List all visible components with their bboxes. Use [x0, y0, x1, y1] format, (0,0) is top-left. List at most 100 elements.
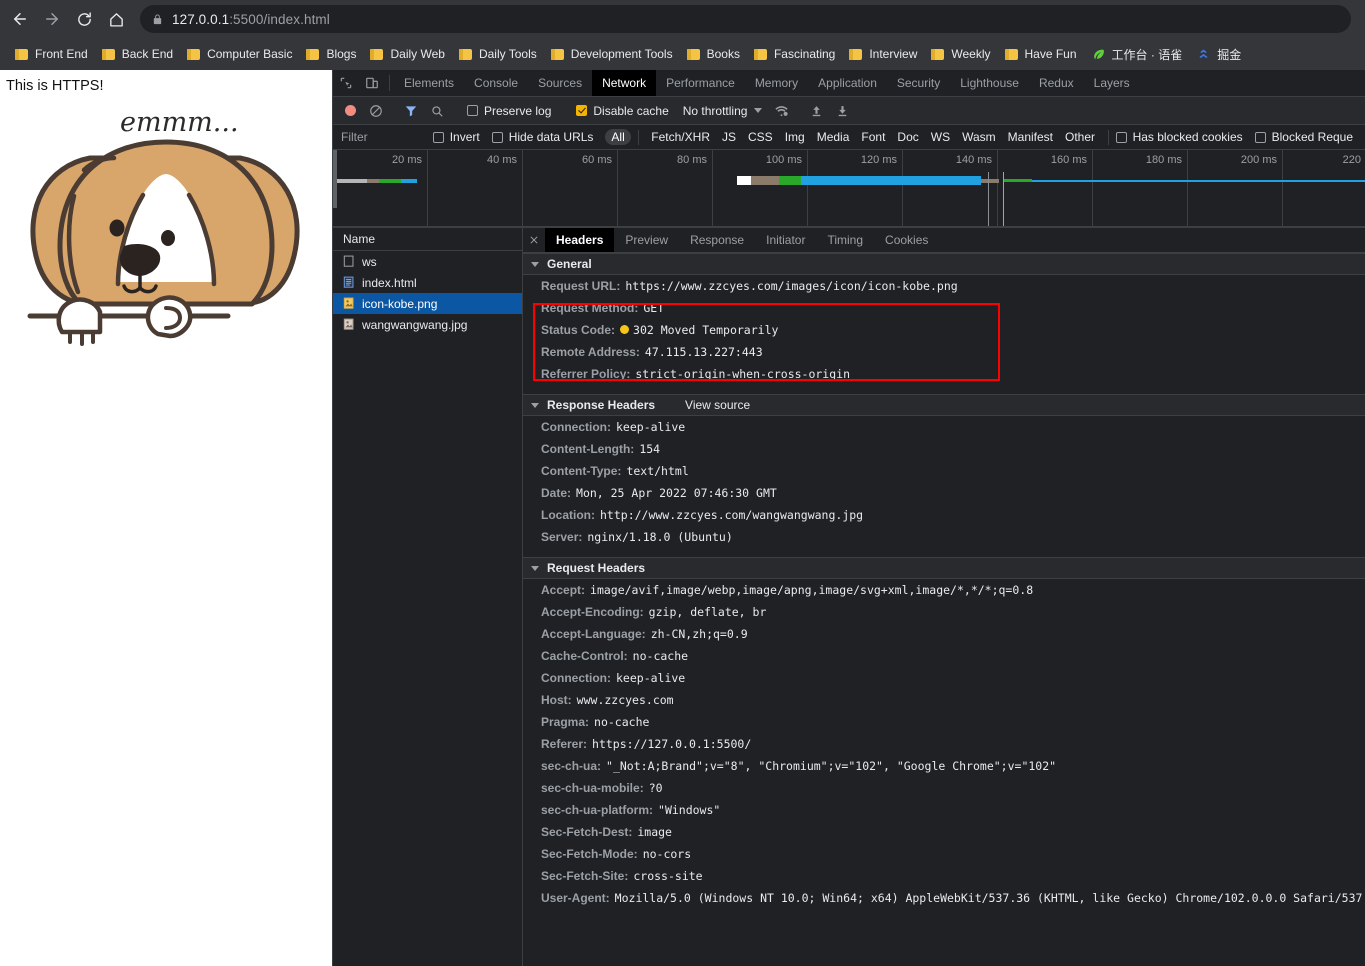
detail-tab-preview[interactable]: Preview — [614, 228, 679, 252]
view-source-link[interactable]: View source — [685, 398, 750, 412]
close-icon[interactable] — [523, 228, 545, 252]
header-key: Request URL: — [541, 279, 621, 293]
tab-performance[interactable]: Performance — [656, 70, 745, 96]
type-filter-other[interactable]: Other — [1059, 129, 1101, 145]
disable-cache-checkbox[interactable]: Disable cache — [568, 104, 676, 118]
dog-illustration-svg: emmm... — [0, 96, 332, 346]
bookmark-back-end[interactable]: Back End — [95, 42, 180, 66]
has-blocked-cookies-checkbox[interactable]: Has blocked cookies — [1115, 130, 1243, 144]
bookmark-blogs[interactable]: Blogs — [299, 42, 363, 66]
header-key: Sec-Fetch-Dest: — [541, 825, 633, 839]
header-key: Content-Length: — [541, 442, 635, 456]
bookmark-yuque[interactable]: 工作台 · 语雀 — [1084, 42, 1190, 66]
bookmark-weekly[interactable]: Weekly — [924, 42, 997, 66]
page-heading: This is HTTPS! — [6, 78, 104, 94]
type-filter-wasm[interactable]: Wasm — [956, 129, 1002, 145]
section-request-headers[interactable]: Request Headers — [523, 557, 1365, 579]
network-overview[interactable]: 20 ms 40 ms 60 ms 80 ms 100 ms 120 ms 14… — [333, 150, 1365, 228]
record-button[interactable] — [337, 98, 363, 124]
triangle-down-icon — [531, 261, 539, 267]
bookmark-interview[interactable]: Interview — [842, 42, 924, 66]
header-key: Accept-Language: — [541, 627, 646, 641]
request-row-icon-kobe-png[interactable]: icon-kobe.png — [333, 293, 522, 314]
type-filter-doc[interactable]: Doc — [891, 129, 924, 145]
tab-network[interactable]: Network — [592, 70, 657, 96]
blocked-requests-checkbox[interactable]: Blocked Reque — [1254, 130, 1353, 144]
tab-application[interactable]: Application — [808, 70, 887, 96]
lock-icon — [152, 13, 163, 26]
reload-button[interactable] — [70, 5, 98, 33]
bookmark-label: Computer Basic — [207, 47, 293, 61]
request-row-index-html[interactable]: index.html — [333, 272, 522, 293]
tab-console[interactable]: Console — [464, 70, 528, 96]
back-button[interactable] — [6, 5, 34, 33]
inspect-element-icon[interactable] — [333, 70, 359, 96]
dog-image: emmm... — [0, 96, 332, 346]
section-response-headers[interactable]: Response Headers View source — [523, 394, 1365, 416]
header-value: nginx/1.18.0 (Ubuntu) — [587, 530, 733, 544]
export-har-button[interactable] — [829, 98, 855, 124]
response-row-server: Server: nginx/1.18.0 (Ubuntu) — [523, 526, 1365, 548]
type-filter-fetch-xhr[interactable]: Fetch/XHR — [645, 129, 716, 145]
hide-data-urls-checkbox[interactable]: Hide data URLs — [491, 130, 593, 144]
detail-tab-response[interactable]: Response — [679, 228, 755, 252]
bookmark-development-tools[interactable]: Development Tools — [544, 42, 680, 66]
type-filter-manifest[interactable]: Manifest — [1002, 129, 1059, 145]
section-title: Response Headers — [547, 398, 656, 412]
type-filter-js[interactable]: JS — [716, 129, 742, 145]
type-filter-img[interactable]: Img — [779, 129, 811, 145]
type-filter-media[interactable]: Media — [811, 129, 856, 145]
preserve-log-label: Preserve log — [484, 103, 552, 118]
filter-input[interactable]: Filter — [341, 130, 433, 144]
invert-checkbox[interactable]: Invert — [432, 130, 480, 144]
detail-tab-headers[interactable]: Headers — [545, 228, 615, 252]
tab-layers[interactable]: Layers — [1084, 70, 1140, 96]
bookmark-front-end[interactable]: Front End — [8, 42, 95, 66]
throttling-select[interactable]: No throttling — [677, 104, 769, 118]
overview-bar-segment — [751, 176, 779, 185]
type-filter-all[interactable]: All — [605, 129, 631, 145]
forward-button[interactable] — [38, 5, 66, 33]
bookmark-label: Back End — [121, 47, 174, 61]
detail-tab-cookies[interactable]: Cookies — [874, 228, 939, 252]
bookmark-fascinating[interactable]: Fascinating — [747, 42, 842, 66]
response-row-location: Location: http://www.zzcyes.com/wangwang… — [523, 504, 1365, 526]
request-row-ws[interactable]: ws — [333, 251, 522, 272]
bookmark-computer-basic[interactable]: Computer Basic — [180, 42, 299, 66]
import-har-button[interactable] — [803, 98, 829, 124]
home-button[interactable] — [102, 5, 130, 33]
network-conditions-button[interactable] — [768, 98, 794, 124]
bookmark-books[interactable]: Books — [680, 42, 747, 66]
tab-sources[interactable]: Sources — [528, 70, 592, 96]
bookmark-daily-tools[interactable]: Daily Tools — [452, 42, 544, 66]
request-row-sec-fetch-dest: Sec-Fetch-Dest: image — [523, 821, 1365, 843]
detail-tab-timing[interactable]: Timing — [816, 228, 874, 252]
tab-security[interactable]: Security — [887, 70, 950, 96]
device-toolbar-icon[interactable] — [359, 70, 385, 96]
bookmark-juejin[interactable]: 掘金 — [1189, 42, 1248, 66]
request-list-header[interactable]: Name — [333, 228, 522, 251]
section-general[interactable]: General — [523, 253, 1365, 275]
type-filter-css[interactable]: CSS — [742, 129, 779, 145]
checkbox-box — [491, 131, 503, 143]
bookmark-label: Blogs — [326, 47, 357, 61]
bookmark-have-fun[interactable]: Have Fun — [998, 42, 1084, 66]
type-filter-ws[interactable]: WS — [925, 129, 956, 145]
folder-icon — [550, 48, 564, 60]
tab-redux[interactable]: Redux — [1029, 70, 1084, 96]
address-bar[interactable]: 127.0.0.1:5500/index.html — [140, 5, 1351, 33]
tab-elements[interactable]: Elements — [394, 70, 464, 96]
clear-button[interactable] — [363, 98, 389, 124]
tab-lighthouse[interactable]: Lighthouse — [950, 70, 1029, 96]
search-button[interactable] — [424, 98, 450, 124]
folder-icon — [458, 48, 472, 60]
detail-tab-initiator[interactable]: Initiator — [755, 228, 816, 252]
bookmarks-bar: Front End Back End Computer Basic Blogs … — [0, 38, 1365, 70]
tab-memory[interactable]: Memory — [745, 70, 808, 96]
filter-button[interactable] — [398, 98, 424, 124]
type-filter-font[interactable]: Font — [855, 129, 891, 145]
bookmark-daily-web[interactable]: Daily Web — [363, 42, 451, 66]
request-row-wangwangwang-jpg[interactable]: wangwangwang.jpg — [333, 314, 522, 335]
overview-tick: 80 ms — [618, 150, 713, 227]
preserve-log-checkbox[interactable]: Preserve log — [459, 104, 559, 118]
